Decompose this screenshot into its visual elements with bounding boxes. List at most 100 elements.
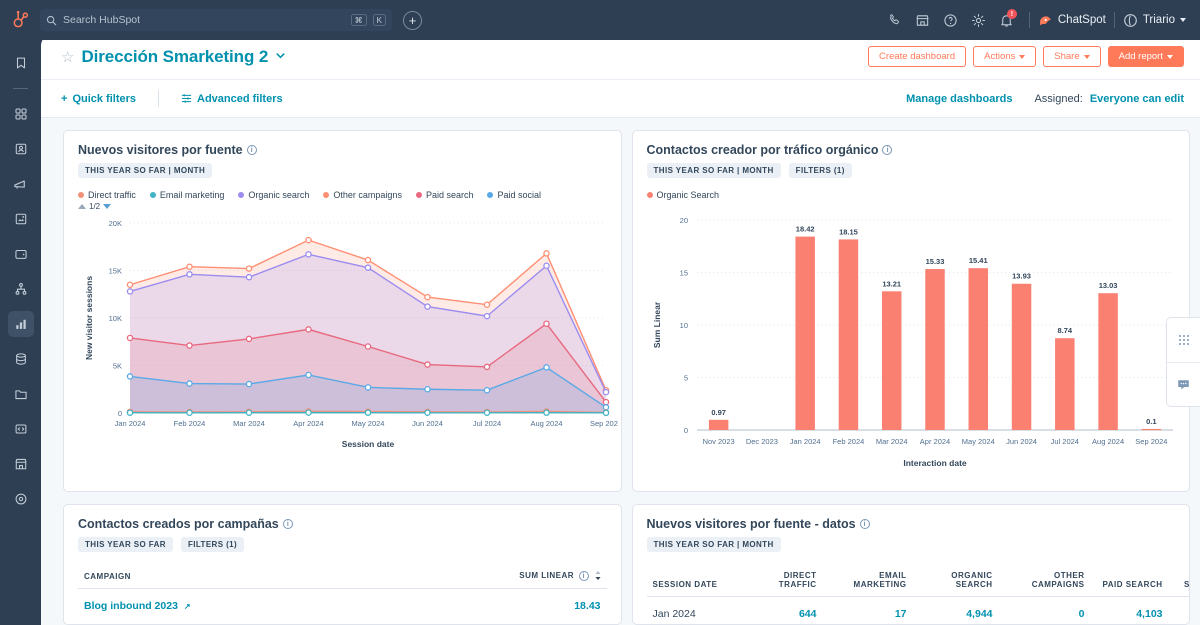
triangle-up-icon[interactable] [78,204,86,209]
info-icon[interactable]: i [282,519,293,529]
sidebar-item-developer[interactable] [8,416,34,442]
table-row[interactable]: Blog inbound 2023 ↗︎ 18.43 [78,589,607,624]
advanced-filters-label: Advanced filters [197,92,283,105]
nav-divider-2 [1113,12,1115,28]
actions-button[interactable]: Actions [973,45,1037,68]
manage-dashboards-link[interactable]: Manage dashboards [906,93,1012,105]
settings-gear-icon[interactable] [965,6,993,34]
info-icon[interactable]: i [859,519,870,529]
sidebar-item-content[interactable] [8,206,34,232]
phone-icon[interactable] [881,6,909,34]
top-navigation-bar: Search HubSpot ⌘ K + ! ChatSpot Triario [0,0,1200,40]
account-label: Triario [1142,14,1175,26]
filter-divider [158,90,160,107]
actions-label: Actions [984,50,1016,62]
svg-text:15K: 15K [109,267,122,276]
hubspot-sprocket-logo[interactable] [8,7,34,33]
chip-filters: FILTERS (1) [180,537,245,552]
svg-text:Mar 2024: Mar 2024 [875,437,907,446]
legend-label: Organic Search [656,190,720,200]
sidebar-item-reporting[interactable] [7,311,34,337]
assigned-group: Assigned: Everyone can edit [1034,93,1184,105]
svg-text:Jan 2024: Jan 2024 [115,419,146,428]
column-header-direct-traffic[interactable]: DIRECT TRAFFIC [738,566,823,597]
share-button[interactable]: Share [1043,45,1101,68]
search-icon [46,15,57,25]
svg-text:May 2024: May 2024 [961,437,994,446]
assigned-value-link[interactable]: Everyone can edit [1090,93,1184,105]
card-chips: THIS YEAR SO FAR | MONTH [646,537,1176,552]
legend-pager-text: 1/2 [89,202,101,211]
sidebar-item-settings[interactable] [8,486,34,512]
sidebar-item-marketplace[interactable] [8,451,34,477]
create-dashboard-label: Create dashboard [879,50,956,62]
bar-chart-svg[interactable]: 0 5 10 15 20 0.97 18.42 18.15 13.21 15.33 15.41 13.… [647,204,1187,472]
column-header-sum-linear[interactable]: SUM LINEAR i [373,566,607,589]
svg-text:Session date: Session date [342,439,395,449]
info-icon[interactable]: i [578,571,589,581]
cell-campaign[interactable]: Blog inbound 2023 ↗︎ [78,589,374,624]
quick-filters-button[interactable]: + Quick filters [61,93,136,105]
create-dashboard-button[interactable]: Create dashboard [868,45,967,68]
help-circle-icon[interactable] [937,6,965,34]
column-header-email-marketing[interactable]: EMAIL MARKETING [822,566,913,597]
account-menu[interactable]: Triario [1123,13,1186,28]
drag-handle[interactable] [1167,318,1200,362]
notifications-bell-icon[interactable]: ! [993,6,1021,34]
column-header-organic-search[interactable]: ORGANIC SEARCH [912,566,999,597]
svg-text:10K: 10K [109,314,122,323]
report-card-contactos-creados-por-campanas: Contactos creados por campañas i THIS YE… [63,504,622,625]
dashboard-switcher-chevron-down-icon[interactable] [275,48,286,66]
legend-item-paid-search[interactable]: Paid search [415,190,473,200]
add-report-label: Add report [1118,50,1163,62]
svg-text:Aug 2024: Aug 2024 [530,419,562,428]
marketplace-icon[interactable] [909,6,937,34]
legend-item-organic-search[interactable]: Organic Search [646,190,720,200]
table-body: Blog inbound 2023 ↗︎ 18.43 [78,589,607,624]
sidebar-item-commerce[interactable] [8,241,34,267]
card-title-text: Nuevos visitores por fuente - datos [646,517,856,531]
sidebar-item-bookmark[interactable] [8,50,34,76]
column-header-campaign[interactable]: CAMPAIGN [78,566,374,589]
chip-filters: FILTERS (1) [788,163,852,178]
external-link-icon[interactable]: ↗︎ [184,602,191,611]
card-chips: THIS YEAR SO FAR | MONTH FILTERS (1) [646,163,1176,178]
column-header-session-date[interactable]: SESSION DATE [646,566,739,597]
chatspot-button[interactable]: ChatSpot [1038,13,1106,28]
chat-launcher-button[interactable] [1167,361,1200,407]
card-chips: THIS YEAR SO FAR FILTERS (1) [78,537,607,552]
info-icon[interactable]: i [882,145,893,155]
legend-pager[interactable]: 1/2 [78,202,607,211]
search-input[interactable]: Search HubSpot ⌘ K [40,9,392,31]
sort-descending-icon[interactable] [594,571,601,581]
svg-text:0: 0 [683,426,687,435]
column-header-other-campaigns[interactable]: OTHER CAMPAIGNS [998,566,1091,597]
legend-item-paid-social[interactable]: Paid social [487,190,541,200]
commerce-wallet-icon [14,249,27,259]
create-new-button[interactable]: + [403,10,422,30]
legend-label: Paid social [497,190,542,200]
legend-item-other-campaigns[interactable]: Other campaigns [323,190,402,200]
legend-item-organic-search[interactable]: Organic search [238,190,309,200]
legend-item-direct-traffic[interactable]: Direct traffic [78,190,136,200]
sidebar-item-data-management[interactable] [8,346,34,372]
info-icon[interactable]: i [246,145,257,155]
column-header-truncated[interactable]: SO [1168,566,1190,597]
sidebar-item-automation[interactable] [8,276,34,302]
svg-text:18.15: 18.15 [839,227,858,236]
table-row[interactable]: Jan 2024 644 17 4,944 0 4,103 2 [647,597,1190,625]
cell-truncated: 2 [1169,597,1190,625]
legend-item-email-marketing[interactable]: Email marketing [149,190,224,200]
kbd-cmd: ⌘ [350,14,367,26]
sidebar-item-marketing[interactable] [8,171,34,197]
sidebar-item-library[interactable] [8,381,34,407]
main-content-shell: ☆ Dirección Smarketing 2 Create dashboar… [41,34,1200,625]
star-outline-icon[interactable]: ☆ [61,48,74,66]
triangle-down-icon[interactable] [103,204,112,209]
add-report-button[interactable]: Add report [1107,45,1184,68]
sidebar-item-workspaces[interactable] [8,101,34,127]
column-header-paid-search[interactable]: PAID SEARCH [1090,566,1169,597]
advanced-filters-button[interactable]: Advanced filters [181,93,283,105]
area-chart-svg[interactable]: 0 5K 10K 15K 20K Jan 2024 Feb 2024 Mar 2024 Apr … [78,213,621,453]
sidebar-item-contacts[interactable] [8,136,34,162]
